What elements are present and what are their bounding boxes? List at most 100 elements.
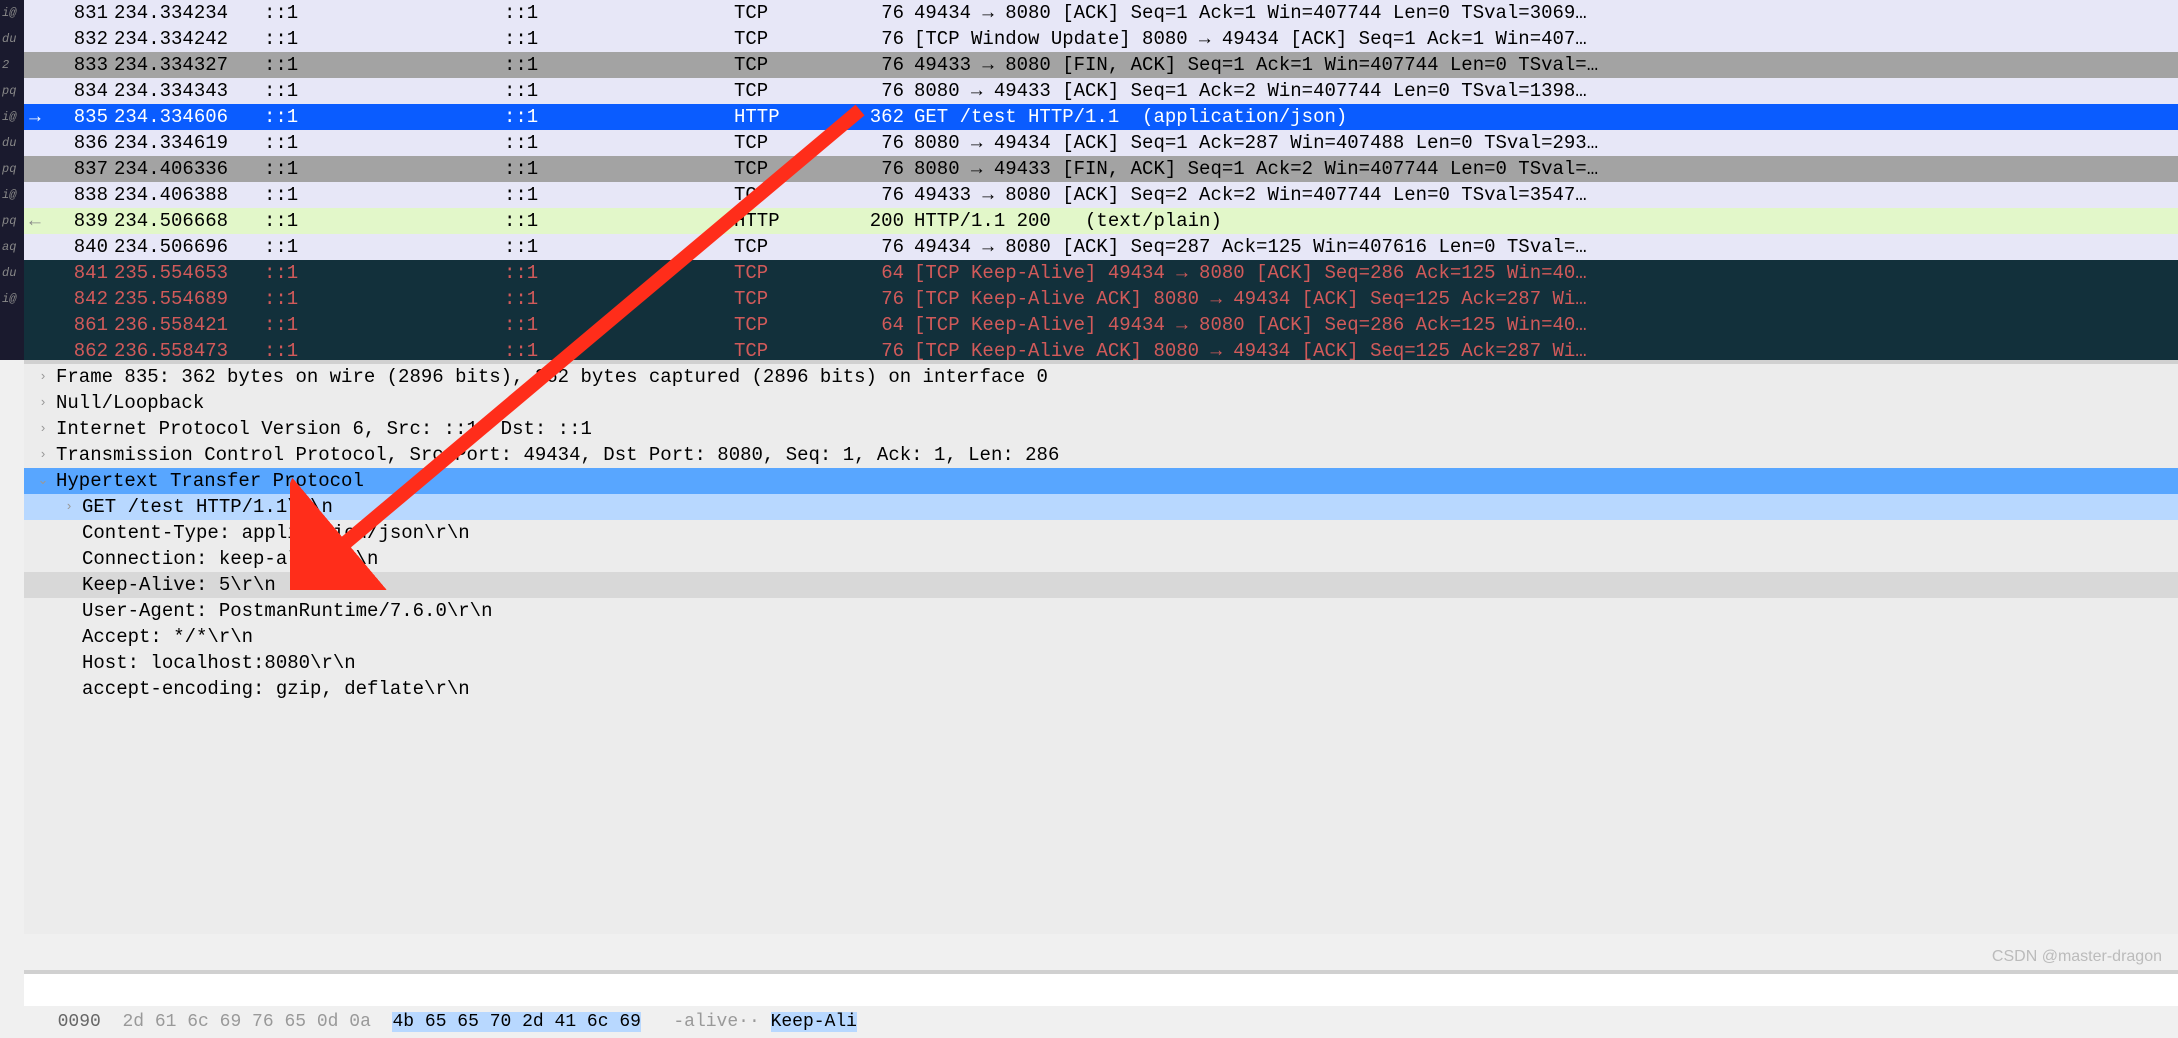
- packet-protocol: TCP: [734, 26, 854, 52]
- packet-info: [TCP Keep-Alive] 49434 → 8080 [ACK] Seq=…: [914, 260, 2178, 286]
- packet-length: 76: [854, 156, 914, 182]
- tree-label: Transmission Control Protocol, Src Port:…: [56, 442, 1059, 468]
- packet-time: 234.506696: [114, 234, 264, 260]
- packet-bytes-pane[interactable]: 0090 2d 61 6c 69 76 65 0d 0a 4b 65 65 70…: [24, 974, 2178, 1006]
- tree-row[interactable]: Accept: */*\r\n: [24, 624, 2178, 650]
- packet-info: HTTP/1.1 200 (text/plain): [914, 208, 2178, 234]
- tree-label: Hypertext Transfer Protocol: [56, 468, 364, 494]
- response-packet-arrow-icon: ←: [24, 208, 46, 234]
- tree-row[interactable]: ›Internet Protocol Version 6, Src: ::1, …: [24, 416, 2178, 442]
- tree-row[interactable]: ⌄Hypertext Transfer Protocol: [24, 468, 2178, 494]
- packet-source: ::1: [264, 338, 504, 360]
- packet-row[interactable]: 833234.334327::1::1TCP7649433 → 8080 [FI…: [24, 52, 2178, 78]
- packet-row[interactable]: 834234.334343::1::1TCP768080 → 49433 [AC…: [24, 78, 2178, 104]
- packet-info: 49434 → 8080 [ACK] Seq=1 Ack=1 Win=40774…: [914, 0, 2178, 26]
- packet-length: 362: [854, 104, 914, 130]
- ascii-bytes: -alive··: [673, 1012, 770, 1032]
- packet-time: 234.406336: [114, 156, 264, 182]
- packet-row[interactable]: 837234.406336::1::1TCP768080 → 49433 [FI…: [24, 156, 2178, 182]
- packet-info: 8080 → 49433 [FIN, ACK] Seq=1 Ack=2 Win=…: [914, 156, 2178, 182]
- packet-length: 64: [854, 260, 914, 286]
- packet-time: 234.506668: [114, 208, 264, 234]
- packet-row[interactable]: 861236.558421::1::1TCP64[TCP Keep-Alive]…: [24, 312, 2178, 338]
- packet-no: 839: [44, 208, 114, 234]
- chevron-right-icon[interactable]: ›: [30, 442, 56, 468]
- packet-protocol: TCP: [734, 338, 854, 360]
- packet-row[interactable]: 840234.506696::1::1TCP7649434 → 8080 [AC…: [24, 234, 2178, 260]
- tree-row[interactable]: ›Null/Loopback: [24, 390, 2178, 416]
- packet-length: 64: [854, 312, 914, 338]
- bytes-offset: 0090: [58, 1012, 101, 1032]
- packet-no: 832: [44, 26, 114, 52]
- packet-info: GET /test HTTP/1.1 (application/json): [914, 104, 2178, 130]
- packet-row[interactable]: 842235.554689::1::1TCP76[TCP Keep-Alive …: [24, 286, 2178, 312]
- packet-no: 835: [44, 104, 114, 130]
- packet-time: 235.554689: [114, 286, 264, 312]
- packet-source: ::1: [264, 0, 504, 26]
- tree-row[interactable]: Keep-Alive: 5\r\n: [24, 572, 2178, 598]
- packet-destination: ::1: [504, 26, 734, 52]
- tree-row[interactable]: Host: localhost:8080\r\n: [24, 650, 2178, 676]
- tree-row[interactable]: User-Agent: PostmanRuntime/7.6.0\r\n: [24, 598, 2178, 624]
- hex-bytes: 2d 61 6c 69 76 65 0d 0a: [122, 1012, 392, 1032]
- packet-time: 236.558421: [114, 312, 264, 338]
- packet-length: 76: [854, 130, 914, 156]
- chevron-right-icon[interactable]: ›: [56, 494, 82, 520]
- cropped-left-edge: i@du2pqi@dupqi@pqaqdui@: [0, 0, 24, 360]
- packet-no: 834: [44, 78, 114, 104]
- packet-list-pane[interactable]: 831234.334234::1::1TCP7649434 → 8080 [AC…: [24, 0, 2178, 360]
- tree-row[interactable]: ›Frame 835: 362 bytes on wire (2896 bits…: [24, 364, 2178, 390]
- tree-label: Null/Loopback: [56, 390, 204, 416]
- packet-protocol: TCP: [734, 182, 854, 208]
- packet-row[interactable]: 835234.334606::1::1HTTP362GET /test HTTP…: [24, 104, 2178, 130]
- packet-protocol: TCP: [734, 0, 854, 26]
- packet-protocol: TCP: [734, 312, 854, 338]
- tree-row[interactable]: ›GET /test HTTP/1.1\r\n: [24, 494, 2178, 520]
- packet-protocol: HTTP: [734, 104, 854, 130]
- packet-row[interactable]: 836234.334619::1::1TCP768080 → 49434 [AC…: [24, 130, 2178, 156]
- packet-no: 842: [44, 286, 114, 312]
- packet-row[interactable]: 862236.558473::1::1TCP76[TCP Keep-Alive …: [24, 338, 2178, 360]
- chevron-right-icon[interactable]: ›: [30, 390, 56, 416]
- packet-info: [TCP Keep-Alive ACK] 8080 → 49434 [ACK] …: [914, 338, 2178, 360]
- packet-no: 838: [44, 182, 114, 208]
- packet-time: 235.554653: [114, 260, 264, 286]
- tree-label: Frame 835: 362 bytes on wire (2896 bits)…: [56, 364, 1048, 390]
- chevron-right-icon[interactable]: ›: [30, 364, 56, 390]
- hex-bytes-selected: 4b 65 65 70 2d 41 6c 69: [392, 1012, 640, 1032]
- packet-source: ::1: [264, 260, 504, 286]
- tree-row[interactable]: ›Transmission Control Protocol, Src Port…: [24, 442, 2178, 468]
- packet-destination: ::1: [504, 104, 734, 130]
- packet-time: 234.334242: [114, 26, 264, 52]
- packet-row[interactable]: 841235.554653::1::1TCP64[TCP Keep-Alive]…: [24, 260, 2178, 286]
- packet-no: 862: [44, 338, 114, 360]
- packet-time: 234.334343: [114, 78, 264, 104]
- packet-source: ::1: [264, 312, 504, 338]
- tree-row[interactable]: accept-encoding: gzip, deflate\r\n: [24, 676, 2178, 702]
- packet-time: 234.406388: [114, 182, 264, 208]
- packet-no: 831: [44, 0, 114, 26]
- packet-length: 76: [854, 0, 914, 26]
- chevron-down-icon[interactable]: ⌄: [30, 468, 56, 494]
- packet-info: 49433 → 8080 [FIN, ACK] Seq=1 Ack=1 Win=…: [914, 52, 2178, 78]
- selected-packet-arrow-icon: →: [24, 104, 46, 130]
- tree-row[interactable]: Content-Type: application/json\r\n: [24, 520, 2178, 546]
- chevron-right-icon[interactable]: ›: [30, 416, 56, 442]
- packet-source: ::1: [264, 130, 504, 156]
- tree-row[interactable]: Connection: keep-alive\r\n: [24, 546, 2178, 572]
- packet-row[interactable]: 831234.334234::1::1TCP7649434 → 8080 [AC…: [24, 0, 2178, 26]
- packet-destination: ::1: [504, 208, 734, 234]
- packet-info: 49434 → 8080 [ACK] Seq=287 Ack=125 Win=4…: [914, 234, 2178, 260]
- packet-length: 76: [854, 78, 914, 104]
- packet-protocol: TCP: [734, 260, 854, 286]
- packet-source: ::1: [264, 78, 504, 104]
- packet-row[interactable]: 832234.334242::1::1TCP76[TCP Window Upda…: [24, 26, 2178, 52]
- ascii-bytes-selected: Keep-Ali: [771, 1012, 857, 1032]
- packet-row[interactable]: 838234.406388::1::1TCP7649433 → 8080 [AC…: [24, 182, 2178, 208]
- tree-label: Content-Type: application/json\r\n: [82, 520, 470, 546]
- packet-row[interactable]: 839234.506668::1::1HTTP200HTTP/1.1 200 (…: [24, 208, 2178, 234]
- packet-destination: ::1: [504, 260, 734, 286]
- packet-no: 837: [44, 156, 114, 182]
- packet-destination: ::1: [504, 0, 734, 26]
- packet-details-pane[interactable]: ›Frame 835: 362 bytes on wire (2896 bits…: [24, 364, 2178, 934]
